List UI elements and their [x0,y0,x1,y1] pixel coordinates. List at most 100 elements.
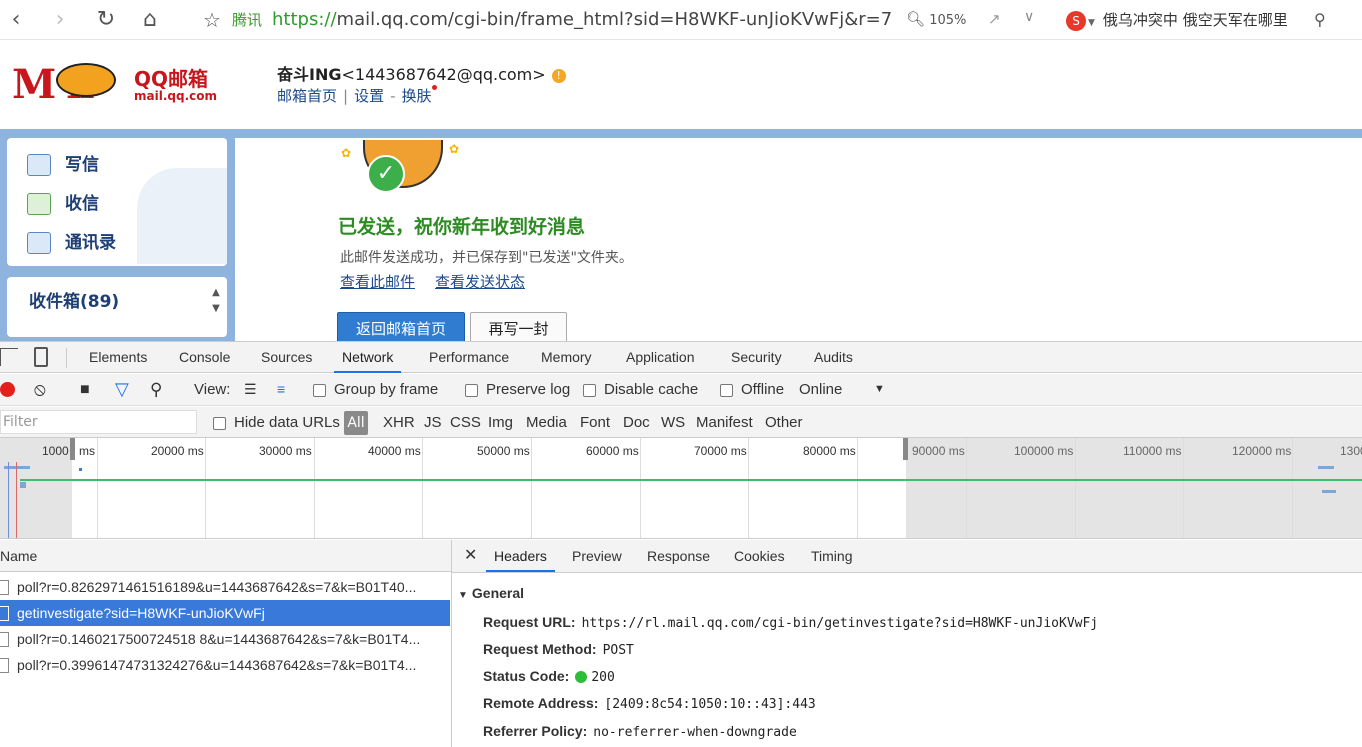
tab-sources[interactable]: Sources [261,342,312,373]
tab-performance[interactable]: Performance [429,342,509,373]
reload-icon[interactable]: ↻ [92,6,120,34]
filter-icon[interactable]: ▽ [115,374,129,405]
view-mail-link[interactable]: 查看此邮件 [340,271,415,292]
request-list-header[interactable]: Name [0,540,452,572]
zoom-indicator[interactable]: 🔍︎ 105% [906,10,966,28]
browser-toolbar: ‹ › ↻ ⌂ ☆ 腾讯 https://mail.qq.com/cgi-bin/… [0,0,1362,40]
type-filter-font[interactable]: Font [580,407,610,438]
tab-response[interactable]: Response [647,540,710,572]
tab-audits[interactable]: Audits [814,342,853,373]
throttle-select[interactable]: Online [799,374,842,405]
compose-nav-item[interactable]: 写信 [27,150,99,176]
tab-headers[interactable]: Headers [486,540,555,572]
clear-icon[interactable]: ⦸ [34,374,46,405]
large-rows-icon[interactable]: ☰ [244,374,257,405]
group-by-frame-checkbox[interactable]: Group by frame [313,374,438,405]
mail-home-link[interactable]: 邮箱首页 [277,87,337,105]
offline-checkbox[interactable]: Offline [720,374,784,405]
contacts-nav-item[interactable]: 通讯录 [27,228,116,254]
disable-cache-checkbox[interactable]: Disable cache [583,374,698,405]
request-row-selected[interactable]: getinvestigate?sid=H8WKF-unJioKVwFj [0,600,450,626]
back-to-home-button[interactable]: 返回邮箱首页 [337,312,465,344]
request-row[interactable]: poll?r=0.1460217500724518 8&u=1443687642… [0,626,450,652]
offline-label: Offline [741,381,785,398]
forward-arrow-icon[interactable]: › [46,6,74,34]
throttle-dropdown-icon[interactable]: ▼ [874,374,885,405]
record-icon[interactable] [0,382,15,397]
type-filter-doc[interactable]: Doc [623,407,650,438]
tab-memory[interactable]: Memory [541,342,592,373]
address-bar[interactable]: 腾讯 https://mail.qq.com/cgi-bin/frame_html… [232,8,892,32]
inbox-folder[interactable]: 收件箱(89) [29,287,119,312]
camera-icon[interactable]: ■ [80,374,90,405]
qqmail-logo[interactable]: M il QQ邮箱 mail.qq.com [12,61,217,121]
disable-cache-label: Disable cache [604,381,699,398]
search-engine-icon[interactable]: S [1066,10,1086,31]
type-filter-xhr[interactable]: XHR [383,407,415,438]
compose-label: 写信 [65,155,99,175]
search-box[interactable]: S ▼ 俄乌冲突中 俄空天军在哪里 ⚲ [1066,6,1362,34]
home-icon[interactable]: ⌂ [136,6,164,34]
timeline-gridline [97,438,98,538]
timeline-gridline [748,438,749,538]
type-filter-all[interactable]: All [344,411,368,435]
request-name: poll?r=0.1460217500724518 8&u=1443687642… [17,631,421,647]
header-value: POST [602,643,634,658]
chevron-down-icon[interactable]: ∨ [1024,9,1034,25]
write-again-button[interactable]: 再写一封 [470,312,567,344]
close-icon[interactable]: ✕ [464,540,477,571]
request-row[interactable]: poll?r=0.8262971461516189&u=1443687642&s… [0,574,450,600]
tab-preview[interactable]: Preview [572,540,622,572]
settings-link[interactable]: 设置 [354,87,384,105]
request-row[interactable]: poll?r=0.39961474731324276&u=1443687642&… [0,652,450,678]
timeline-tick-label: 40000 ms [368,444,421,458]
tab-console[interactable]: Console [179,342,230,373]
search-icon[interactable]: ⚲ [150,374,162,405]
inspect-element-icon[interactable] [0,348,18,366]
change-skin-link[interactable]: 换肤 [402,87,432,105]
type-filter-css[interactable]: CSS [450,407,481,438]
header-key: Referrer Policy: [483,723,588,739]
hide-data-urls-checkbox[interactable]: Hide data URLs [213,407,340,438]
folder-scrollbar[interactable]: ▲ ▼ [209,285,223,325]
tab-security[interactable]: Security [731,342,782,373]
timeline-right-handle[interactable] [903,438,908,460]
search-input[interactable]: 俄乌冲突中 俄空天军在哪里 [1103,11,1288,29]
timeline-request-bar [1318,466,1334,469]
type-filter-js[interactable]: JS [424,407,442,438]
timeline-left-handle[interactable] [70,438,75,460]
search-icon[interactable]: ⚲ [1314,6,1326,34]
tab-network[interactable]: Network [334,342,402,373]
type-filter-img[interactable]: Img [488,407,513,438]
type-filter-manifest[interactable]: Manifest [696,407,753,438]
network-overview-timeline[interactable]: 1000 ms 20000 ms 30000 ms 40000 ms 50000… [0,438,1362,539]
tab-application[interactable]: Application [626,342,695,373]
timeline-gridline [1075,438,1076,538]
waterfall-icon[interactable]: ≡ [277,374,285,405]
penguin-watermark-icon [137,168,227,264]
tab-elements[interactable]: Elements [89,342,147,373]
tiger-logo-icon [56,63,116,97]
timeline-tick-label: 20000 ms [151,444,204,458]
mail-nav-panel: 写信 收信 通讯录 [7,138,227,266]
preserve-log-checkbox[interactable]: Preserve log [465,374,570,405]
type-filter-other[interactable]: Other [765,407,803,438]
device-toolbar-icon[interactable] [34,347,48,367]
back-arrow-icon[interactable]: ‹ [2,6,30,34]
engine-dropdown-icon[interactable]: ▼ [1088,18,1095,28]
filter-input[interactable]: Filter [0,410,197,434]
bookmark-star-icon[interactable]: ☆ [198,6,226,34]
type-filter-ws[interactable]: WS [661,407,685,438]
name-column-header[interactable]: Name [0,548,37,564]
share-icon[interactable]: ↗ [988,10,1001,28]
tab-timing[interactable]: Timing [811,540,853,572]
general-section-toggle[interactable]: ▼ General [458,585,524,601]
header-key: Request URL: [483,614,576,630]
warning-icon[interactable]: ! [551,68,566,83]
view-status-link[interactable]: 查看发送状态 [435,271,525,292]
tab-cookies[interactable]: Cookies [734,540,785,572]
receive-nav-item[interactable]: 收信 [27,189,99,215]
header-value: 200 [591,670,615,685]
header-value: https://rl.mail.qq.com/cgi-bin/getinvest… [581,616,1099,631]
type-filter-media[interactable]: Media [526,407,567,438]
